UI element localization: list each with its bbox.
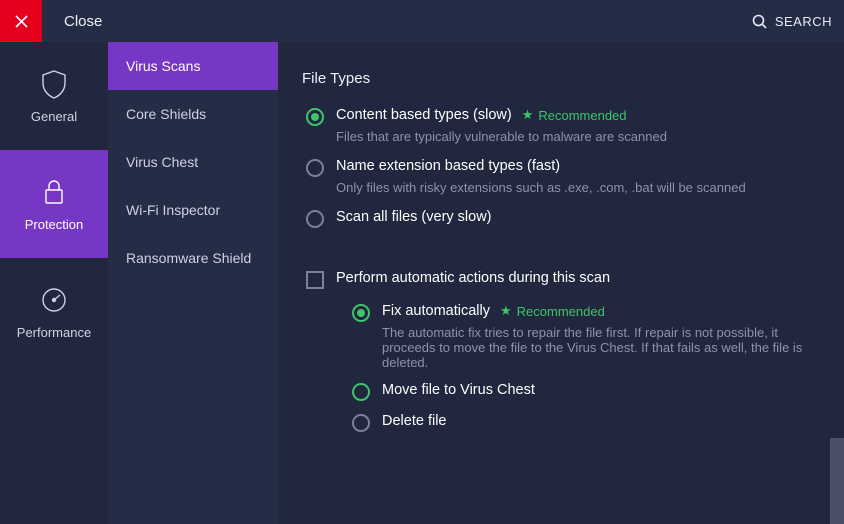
nav-sec-virus-chest[interactable]: Virus Chest — [108, 138, 278, 186]
option-desc: The automatic fix tries to repair the fi… — [382, 325, 820, 370]
nav-item-performance[interactable]: Performance — [0, 258, 108, 366]
nav-sec-label: Ransomware Shield — [126, 250, 251, 266]
option-name-extension[interactable]: Name extension based types (fast) Only f… — [302, 158, 820, 195]
option-fix-auto[interactable]: Fix automatically ★Recommended The autom… — [348, 303, 820, 370]
option-auto-actions[interactable]: Perform automatic actions during this sc… — [302, 270, 820, 289]
gauge-icon — [39, 285, 69, 315]
nav-item-label: General — [31, 109, 77, 124]
radio-icon[interactable] — [306, 159, 324, 177]
checkbox-icon[interactable] — [306, 271, 324, 289]
option-scan-all[interactable]: Scan all files (very slow) — [302, 209, 820, 228]
lock-icon — [39, 177, 69, 207]
nav-sec-label: Virus Scans — [126, 58, 200, 74]
search-icon — [752, 14, 767, 29]
nav-sec-wifi-inspector[interactable]: Wi-Fi Inspector — [108, 186, 278, 234]
section-title-file-types: File Types — [302, 70, 820, 87]
option-content-based[interactable]: Content based types (slow) ★Recommended … — [302, 107, 820, 144]
option-label: Scan all files (very slow) — [336, 209, 820, 225]
nav-sec-label: Virus Chest — [126, 154, 198, 170]
shield-icon — [39, 69, 69, 99]
radio-icon[interactable] — [352, 304, 370, 322]
nav-primary: General Protection Performance — [0, 42, 108, 524]
close-icon — [15, 15, 28, 28]
nav-item-protection[interactable]: Protection — [0, 150, 108, 258]
content: General Protection Performance Virus Sca… — [0, 42, 844, 524]
nav-sec-label: Core Shields — [126, 106, 206, 122]
search-label: SEARCH — [775, 14, 832, 29]
main-panel: File Types Content based types (slow) ★R… — [278, 42, 844, 524]
option-label: Move file to Virus Chest — [382, 382, 820, 398]
radio-icon[interactable] — [352, 414, 370, 432]
star-icon: ★ — [522, 107, 534, 123]
option-move-chest[interactable]: Move file to Virus Chest — [348, 382, 820, 401]
auto-actions-nested: Fix automatically ★Recommended The autom… — [302, 303, 820, 432]
nav-sec-ransomware-shield[interactable]: Ransomware Shield — [108, 234, 278, 282]
nav-secondary: Virus Scans Core Shields Virus Chest Wi-… — [108, 42, 278, 524]
close-button[interactable] — [0, 0, 42, 42]
close-label[interactable]: Close — [64, 13, 102, 30]
recommended-badge: ★Recommended — [500, 303, 605, 319]
radio-icon[interactable] — [306, 210, 324, 228]
option-label: Perform automatic actions during this sc… — [336, 270, 820, 286]
scrollbar-thumb[interactable] — [830, 438, 844, 524]
radio-icon[interactable] — [352, 383, 370, 401]
nav-sec-virus-scans[interactable]: Virus Scans — [108, 42, 278, 90]
nav-item-general[interactable]: General — [0, 42, 108, 150]
nav-item-label: Protection — [25, 217, 84, 232]
topbar: Close SEARCH — [0, 0, 844, 42]
option-label: Delete file — [382, 413, 820, 429]
recommended-badge: ★Recommended — [522, 107, 627, 123]
star-icon: ★ — [500, 303, 512, 319]
option-delete-file[interactable]: Delete file — [348, 413, 820, 432]
option-desc: Only files with risky extensions such as… — [336, 180, 820, 195]
radio-icon[interactable] — [306, 108, 324, 126]
option-label: Fix automatically ★Recommended — [382, 303, 820, 319]
option-label: Content based types (slow) ★Recommended — [336, 107, 820, 123]
option-label: Name extension based types (fast) — [336, 158, 820, 174]
nav-item-label: Performance — [17, 325, 91, 340]
nav-sec-label: Wi-Fi Inspector — [126, 202, 220, 218]
nav-sec-core-shields[interactable]: Core Shields — [108, 90, 278, 138]
search[interactable]: SEARCH — [752, 14, 832, 29]
option-desc: Files that are typically vulnerable to m… — [336, 129, 820, 144]
